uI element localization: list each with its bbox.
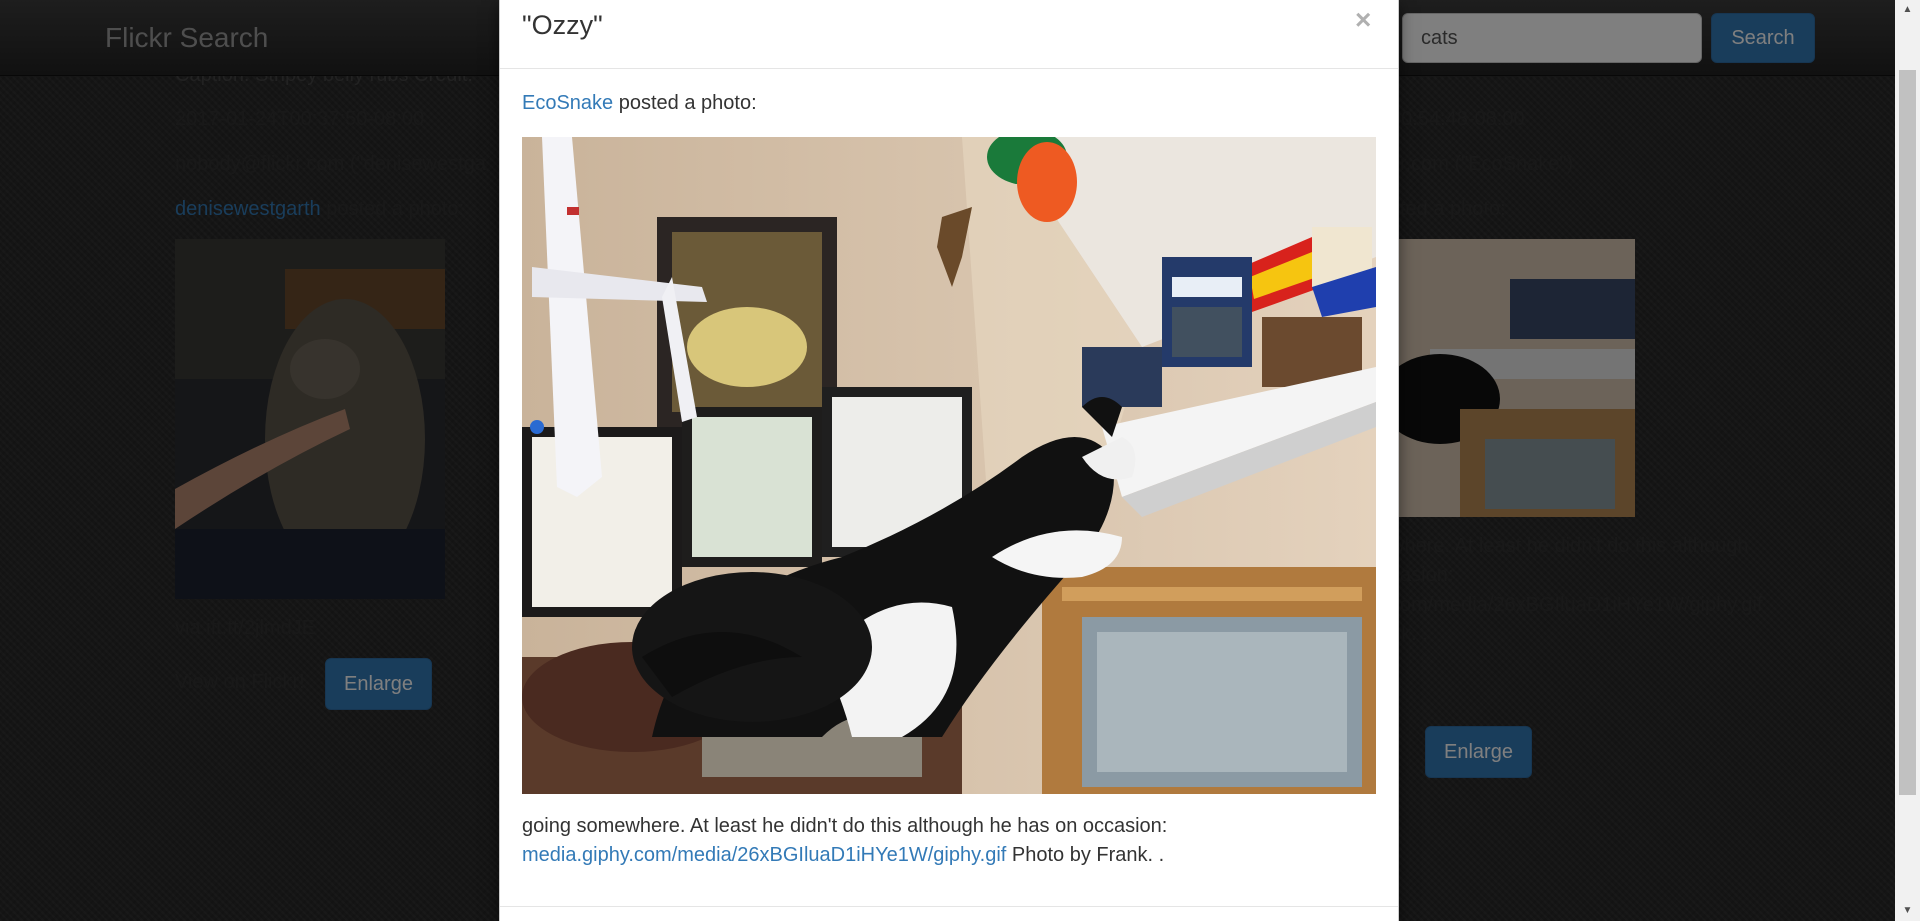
scrollbar-thumb[interactable]	[1899, 70, 1916, 795]
posted-text: posted a photo:	[613, 92, 757, 114]
caption-suffix: Photo by Frank. .	[1006, 844, 1165, 866]
photo-caption: going somewhere. At least he didn't do t…	[522, 812, 1376, 870]
modal-header: "Ozzy" ×	[500, 0, 1398, 69]
modal-footer-divider	[500, 906, 1398, 907]
caption-link[interactable]: media.giphy.com/media/26xBGIluaD1iHYe1W/…	[522, 844, 1006, 866]
modal-title: "Ozzy"	[522, 10, 603, 40]
page-scrollbar[interactable]: ▲ ▼	[1895, 0, 1920, 921]
author-link[interactable]: EcoSnake	[522, 92, 613, 114]
posted-line: EcoSnake posted a photo:	[522, 92, 757, 115]
enlarged-photo	[522, 137, 1376, 794]
close-icon[interactable]: ×	[1355, 4, 1371, 36]
scroll-down-arrow-icon[interactable]: ▼	[1895, 901, 1920, 921]
caption-text: going somewhere. At least he didn't do t…	[522, 815, 1168, 837]
scroll-up-arrow-icon[interactable]: ▲	[1895, 0, 1920, 20]
photo-modal: "Ozzy" × EcoSnake posted a photo: going …	[499, 0, 1399, 921]
